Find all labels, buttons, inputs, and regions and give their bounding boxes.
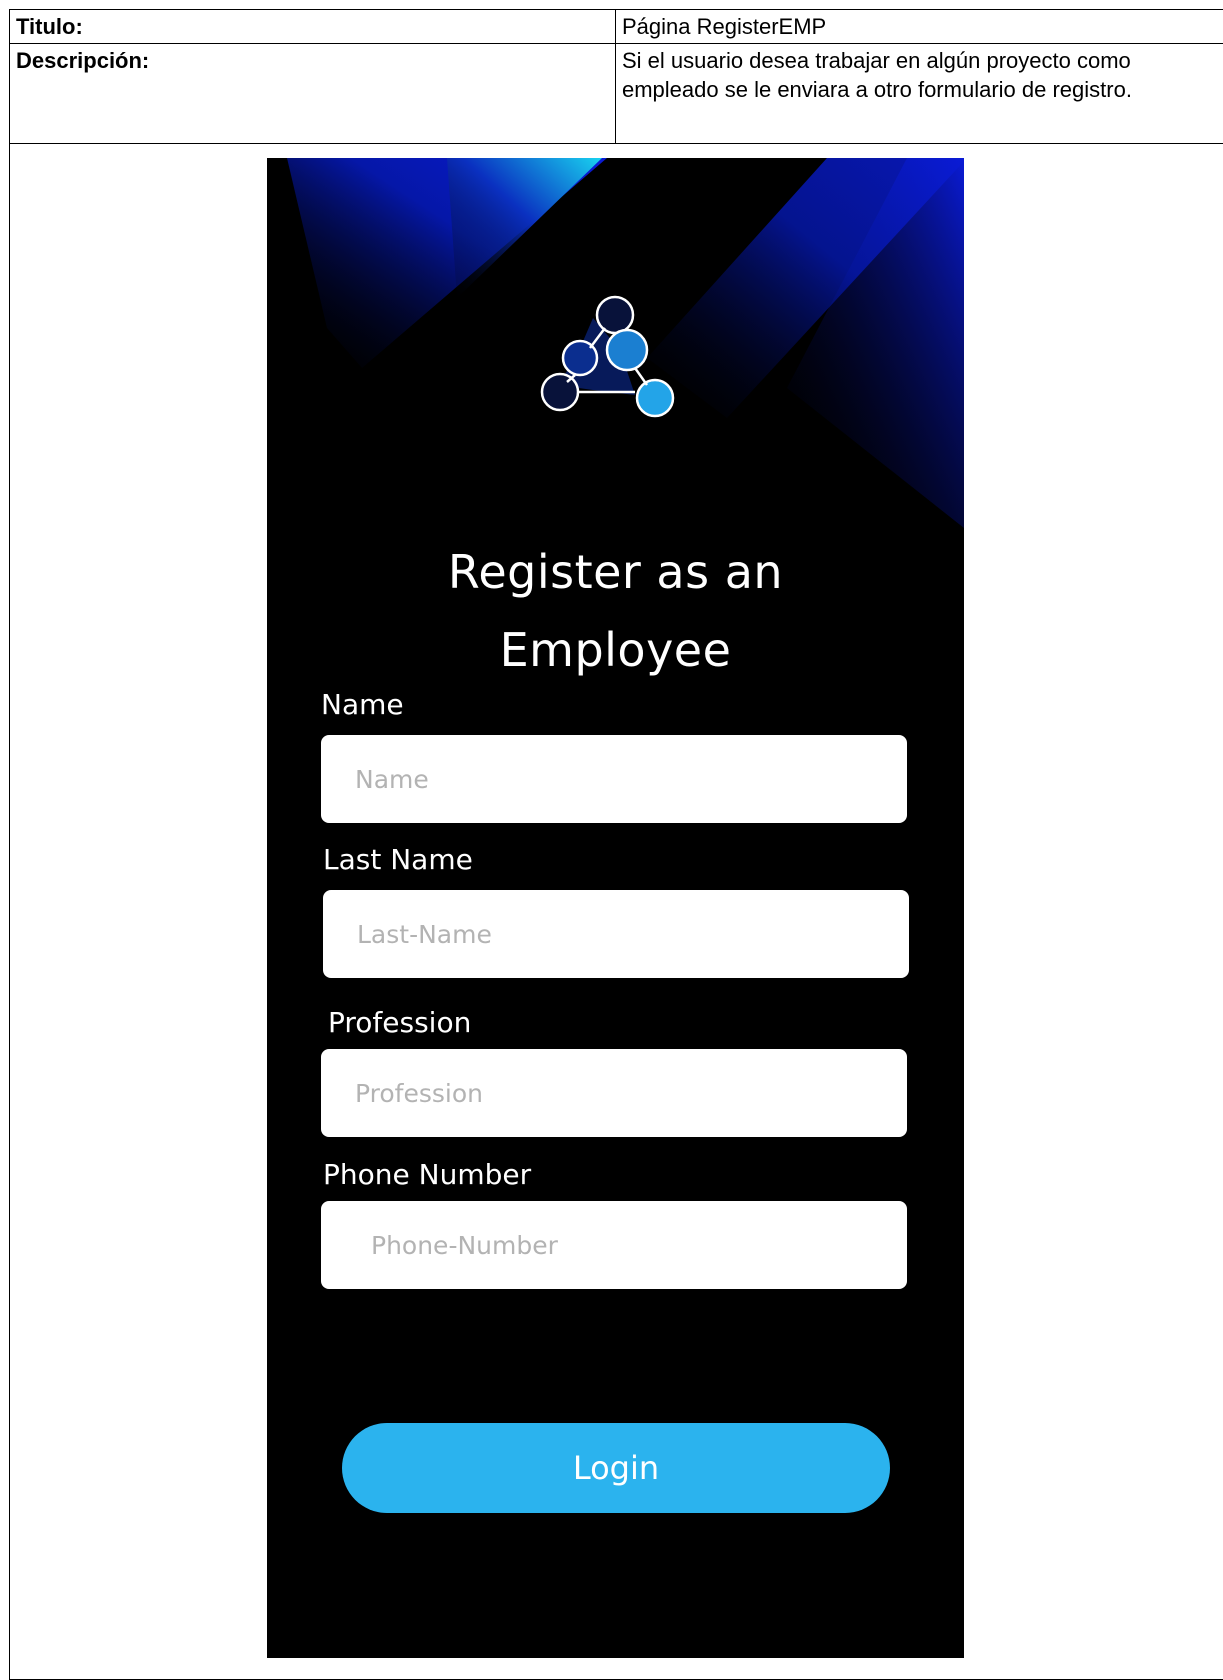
phone-number-input[interactable] [321, 1201, 907, 1289]
title-label: Titulo: [10, 10, 616, 44]
last-name-label: Last Name [323, 843, 473, 877]
description-label: Descripción: [10, 44, 616, 144]
profession-input[interactable] [321, 1049, 907, 1137]
title-value: Página RegisterEMP [616, 10, 1223, 44]
molecule-logo-icon [535, 290, 685, 430]
description-row: Descripción: Si el usuario desea trabaja… [10, 44, 1223, 144]
title-line-1: Register as an [267, 533, 964, 611]
document-page: Titulo: Página RegisterEMP Descripción: … [0, 0, 1223, 1673]
login-button[interactable]: Login [342, 1423, 890, 1513]
name-label: Name [321, 688, 404, 722]
page-title: Register as an Employee [267, 533, 964, 689]
phone-number-label: Phone Number [323, 1158, 531, 1192]
title-line-2: Employee [267, 611, 964, 689]
title-row: Titulo: Página RegisterEMP [10, 10, 1223, 44]
description-value: Si el usuario desea trabajar en algún pr… [616, 44, 1223, 144]
phone-screen: Register as an Employee Name Last Name P… [267, 158, 964, 1658]
last-name-input[interactable] [323, 890, 909, 978]
profession-label: Profession [328, 1006, 471, 1040]
name-input[interactable] [321, 735, 907, 823]
